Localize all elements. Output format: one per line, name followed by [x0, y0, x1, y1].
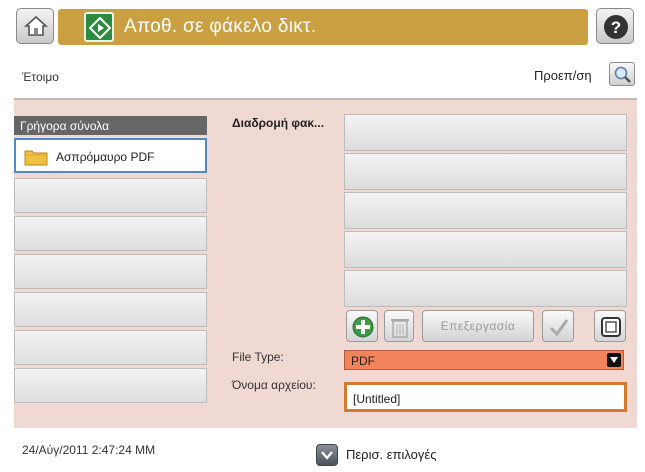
quick-set-item-empty[interactable]: [14, 330, 207, 365]
help-icon: ?: [604, 15, 628, 39]
quick-set-item-empty[interactable]: [14, 368, 207, 403]
file-type-label: File Type:: [232, 350, 284, 364]
home-icon: [24, 15, 48, 36]
file-name-field[interactable]: [Untitled]: [344, 382, 627, 412]
title-band: Αποθ. σε φάκελο δικτ.: [58, 9, 588, 45]
edit-button[interactable]: Επεξεργασία: [422, 310, 534, 342]
folder-path-row[interactable]: [344, 192, 627, 229]
quick-sets-header: Γρήγορα σύνολα: [14, 116, 207, 135]
quick-set-item-empty[interactable]: [14, 254, 207, 289]
delete-button[interactable]: [384, 310, 414, 342]
folder-path-row[interactable]: [344, 270, 627, 307]
quick-set-item-empty[interactable]: [14, 216, 207, 251]
address-book-icon: [601, 317, 621, 337]
quick-set-label: Ασπρόμαυρο PDF: [56, 150, 155, 164]
preview-button[interactable]: [609, 62, 635, 86]
more-options-button[interactable]: [316, 444, 338, 466]
page-title: Αποθ. σε φάκελο δικτ.: [124, 16, 317, 37]
chevron-down-icon: [610, 357, 618, 363]
svg-text:?: ?: [611, 18, 621, 37]
dropdown-arrow: [607, 353, 621, 367]
quick-set-item-empty[interactable]: [14, 178, 207, 213]
file-name-label: Όνομα αρχείου:: [232, 378, 316, 392]
magnifier-icon: [614, 66, 631, 83]
folder-path-row[interactable]: [344, 153, 627, 190]
trash-icon: [391, 319, 409, 338]
send-to-folder-icon: [84, 12, 114, 42]
folder-path-row[interactable]: [344, 231, 627, 268]
status-text: Έτοιμο: [22, 70, 59, 84]
datetime: 24/Αύγ/2011 2:47:24 ΜΜ: [22, 443, 156, 457]
folder-icon: [24, 150, 48, 166]
folder-path-row[interactable]: [344, 114, 627, 151]
quick-set-item[interactable]: Ασπρόμαυρο PDF: [14, 138, 207, 173]
confirm-button[interactable]: [542, 310, 574, 342]
file-type-select[interactable]: PDF: [344, 350, 624, 370]
title-bar: Αποθ. σε φάκελο δικτ. ?: [6, 7, 638, 53]
file-type-value: PDF: [351, 354, 375, 368]
folder-path-label: Διαδρομή φακ...: [232, 116, 325, 130]
chevron-down-icon: [321, 451, 333, 460]
add-icon: [352, 316, 374, 338]
preview-label: Προεπ/ση: [534, 68, 592, 83]
help-button[interactable]: ?: [596, 8, 634, 44]
address-book-button[interactable]: [594, 310, 626, 342]
quick-set-item-empty[interactable]: [14, 292, 207, 327]
home-button[interactable]: [16, 8, 54, 44]
more-options-label[interactable]: Περισ. επιλογές: [346, 447, 436, 462]
add-button[interactable]: [346, 310, 378, 342]
checkmark-icon: [549, 319, 569, 337]
